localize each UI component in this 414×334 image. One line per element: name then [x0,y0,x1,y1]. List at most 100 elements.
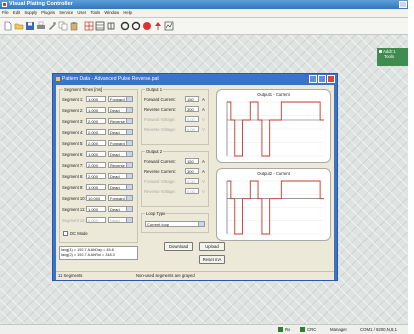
segment-time-input[interactable]: 1.000 [86,206,106,212]
rx-indicator-icon [278,327,283,333]
o2-fwd-voltage-unit: V [202,179,205,184]
layout-icon[interactable] [106,21,116,31]
copy-icon[interactable] [58,21,68,31]
output-2-group: Output 2 Forward Current: 150 A Reverse … [141,149,209,207]
paste-icon[interactable] [69,21,79,31]
segment-time-input[interactable]: 1.000 [86,184,106,190]
segment-mode-select[interactable]: Forward [108,140,133,146]
segment-label: Segment 12: [62,218,86,223]
o1-rev-voltage-input[interactable]: 0.00 [185,126,199,132]
menu-service[interactable]: Service [59,10,73,15]
segment-time-input[interactable]: 1.000 [86,151,106,157]
segment-mode-select[interactable]: Dead [108,151,133,157]
app-close-button[interactable] [399,1,407,8]
o1-forward-label: Forward Current: [144,97,176,102]
menu-window[interactable]: Window [104,10,119,15]
segment-time-input[interactable]: 2.000 [86,162,106,168]
loop-type-select[interactable]: Current loop [145,221,205,227]
o1-forward-unit: A [202,97,205,102]
segment-mode-select[interactable]: Reverse [108,118,133,124]
segment-time-input[interactable]: 2.000 [86,129,106,135]
segment-time-input[interactable]: 2.000 [86,173,106,179]
status-bar: Rx CRC Manager COM1 / 9200,N,8,1 [0,324,408,334]
menu-tools[interactable]: Tools [90,10,100,15]
segment-mode-select[interactable]: Dead [108,206,133,212]
chart-1-plot [226,101,324,157]
segment-time-input[interactable]: 2.000 [86,118,106,124]
dialog-title: Pattern Data - Advanced Pulse Reverse.pa… [62,76,159,82]
dialog-body: Segment Times [ms] Segment 1: 1.000 Forwar… [56,85,334,271]
download-button[interactable]: Download [164,242,193,251]
o2-forward-input[interactable]: 150 [185,158,199,164]
menu-plugins[interactable]: Plugins [41,10,55,15]
menu-edit[interactable]: Edit [13,10,20,15]
output-2-title: Output 2 [145,149,164,154]
segment-label: Segment 5: [62,141,84,146]
segment-time-input[interactable]: 1.000 [86,107,106,113]
device-sub-label: Tools [384,54,395,59]
o1-rev-voltage-unit: V [202,127,205,132]
o2-rev-voltage-unit: V [202,189,205,194]
chart-icon[interactable] [164,21,174,31]
o2-reverse-input[interactable]: 300 [185,168,199,174]
upload-button[interactable]: Upload [199,242,225,251]
close-button[interactable] [327,75,335,83]
o2-reverse-label: Reverse Current: [144,169,176,174]
o1-fwd-voltage-unit: V [202,117,205,122]
toolbar [0,18,408,35]
segment-mode-select[interactable]: Dead [108,184,133,190]
segment-mode-select[interactable]: Dead [108,173,133,179]
app-title-bar: Visual Plating Controller [0,0,408,9]
tool-icon[interactable] [47,21,57,31]
menu-file[interactable]: File [2,10,9,15]
o2-rev-voltage-input[interactable]: 0.00 [185,188,199,194]
dc-mode-checkbox[interactable] [63,231,68,236]
menu-supply[interactable]: Supply [24,10,37,15]
o1-reverse-label: Reverse Current: [144,107,176,112]
chart-2-plot [226,180,324,235]
table-icon[interactable] [95,21,105,31]
segment-label: Segment 11: [62,207,86,212]
open-folder-icon[interactable] [14,21,24,31]
menu-user[interactable]: User [77,10,86,15]
segment-mode-select[interactable]: Dead [108,217,133,223]
rx-label: Rx [285,327,291,332]
device-panel[interactable]: Addr:1 Tools [377,48,408,66]
o2-fwd-voltage-input[interactable]: 0.00 [185,178,199,184]
app-title: Visual Plating Controller [9,1,73,7]
segment-time-input[interactable]: 1.000 [86,96,106,102]
reset-button[interactable]: Reset mA [199,255,225,264]
minimize-button[interactable] [309,75,317,83]
segment-mode-select[interactable]: Reverse [108,162,133,168]
segment-label: Segment 4: [62,130,84,135]
stop-icon[interactable] [142,21,152,31]
crc-indicator-icon [300,327,305,333]
o2-fwd-voltage-label: Forward Voltage: [144,179,176,184]
save-icon[interactable] [25,21,35,31]
o1-rev-voltage-label: Reverse Voltage: [144,127,176,132]
pin-icon[interactable] [153,21,163,31]
segment-time-input[interactable]: 10.000 [86,195,106,201]
output2-chart: Output2 - Current [216,168,331,241]
new-file-icon[interactable] [3,21,13,31]
grid-icon[interactable] [84,21,94,31]
maximize-button[interactable] [318,75,326,83]
menu-help[interactable]: Help [123,10,132,15]
loop-type-group: Loop Type Current loop [141,211,209,233]
page-edge [408,0,414,334]
segment-mode-select[interactable]: Dead [108,107,133,113]
print-icon[interactable] [36,21,46,31]
o1-forward-input[interactable]: 150 [185,96,199,102]
segment-time-input[interactable]: 2.000 [86,140,106,146]
o1-fwd-voltage-label: Forward Voltage: [144,117,176,122]
segment-mode-select[interactable]: Forward [108,96,133,102]
o1-reverse-input[interactable]: 300 [185,106,199,112]
segment-mode-select[interactable]: Forward [108,195,133,201]
o1-fwd-voltage-input[interactable]: 0.00 [185,116,199,122]
record-icon[interactable] [131,21,141,31]
segment-mode-select[interactable]: Dead [108,129,133,135]
pattern-icon [56,77,60,81]
circle-icon[interactable] [120,21,130,31]
segment-time-input[interactable]: 0.000 [86,217,106,223]
segment-label: Segment 2: [62,108,84,113]
